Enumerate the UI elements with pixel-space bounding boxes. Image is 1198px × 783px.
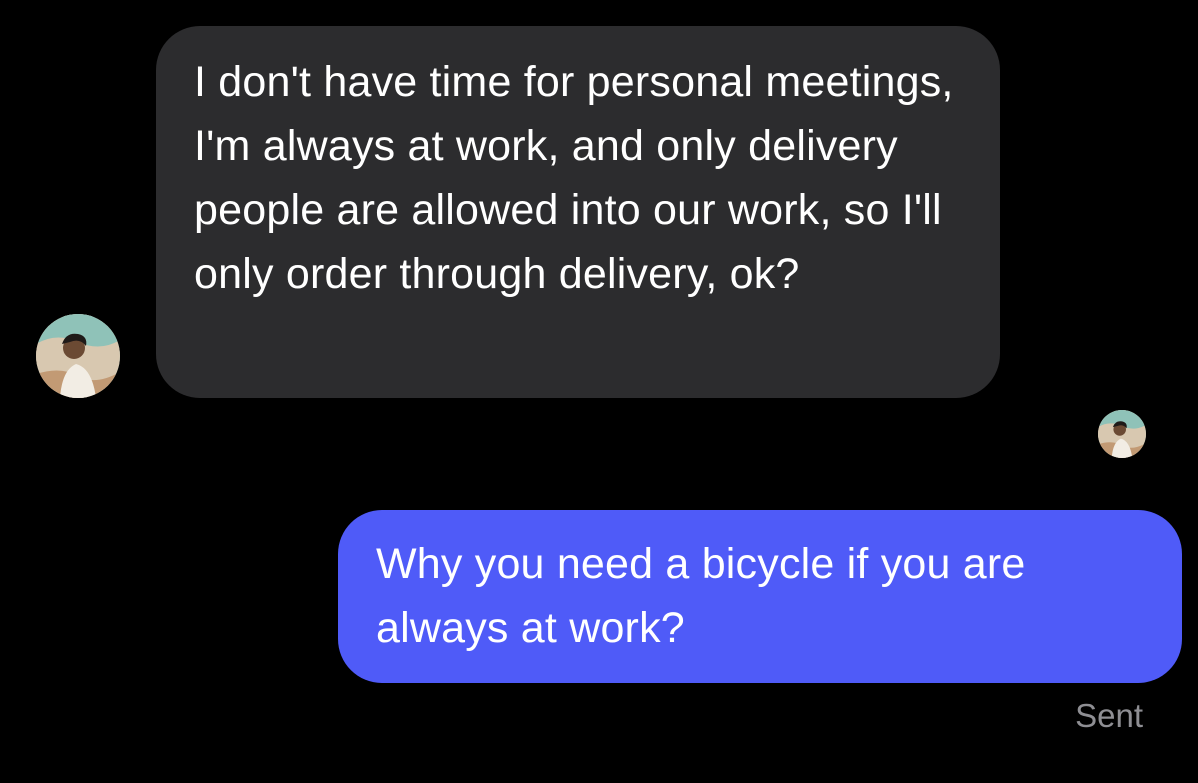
received-message-text: I don't have time for personal meetings,… xyxy=(194,58,954,298)
contact-avatar[interactable] xyxy=(36,314,120,398)
received-message-bubble[interactable]: I don't have time for personal meetings,… xyxy=(156,26,1000,398)
sent-message-text: Why you need a bicycle if you are always… xyxy=(376,540,1026,652)
read-receipt-avatar xyxy=(1098,410,1146,458)
message-status: Sent xyxy=(1075,697,1143,734)
avatar-illustration xyxy=(36,314,120,398)
avatar-illustration xyxy=(1098,410,1146,458)
sent-message-bubble[interactable]: Why you need a bicycle if you are always… xyxy=(338,510,1182,683)
message-thread: I don't have time for personal meetings,… xyxy=(0,0,1198,783)
